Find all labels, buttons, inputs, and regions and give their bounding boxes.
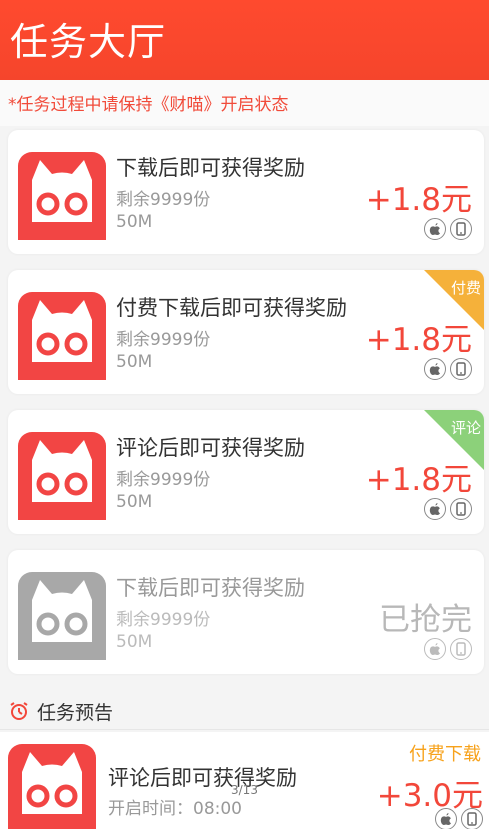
apple-icon [424,218,446,240]
preview-title: 评论后即可获得奖励 [108,766,297,790]
task-title: 付费下载后即可获得奖励 [116,296,347,320]
cat-app-icon [18,152,106,240]
platform-icons [424,638,472,660]
page-indicator: 3/13 [231,783,258,797]
phone-icon [450,638,472,660]
cat-app-icon [8,744,96,829]
preview-tag: 付费下载 [409,744,481,765]
task-card[interactable]: 评论 评论后即可获得奖励 剩余9999份 50M +1.8元 [8,410,484,534]
task-remaining: 剩余9999份 [116,190,211,210]
platform-icons [424,358,472,380]
phone-icon [450,218,472,240]
task-title: 下载后即可获得奖励 [116,156,305,180]
preview-task-item[interactable]: 评论后即可获得奖励 开启时间：08:00 付费下载 +3.0元 [0,732,489,829]
task-remaining: 剩余9999份 [116,330,211,350]
alarm-clock-icon [9,701,29,725]
platform-icons [424,218,472,240]
task-remaining: 剩余9999份 [116,470,211,490]
notice-text: *任务过程中请保持《财喵》开启状态 [0,80,489,126]
task-reward: +1.8元 [365,182,472,218]
task-reward: +1.8元 [365,322,472,358]
cat-app-icon [18,572,106,660]
task-title: 评论后即可获得奖励 [116,436,305,460]
phone-icon [450,498,472,520]
section-title: 任务预告 [37,702,114,724]
corner-label: 付费 [450,279,481,297]
cat-app-icon [18,292,106,380]
task-size: 50M [116,352,153,372]
task-title: 下载后即可获得奖励 [116,576,305,600]
task-size: 50M [116,212,153,232]
preview-start-time: 开启时间：08:00 [108,799,242,819]
cat-app-icon [18,432,106,520]
task-card[interactable]: 下载后即可获得奖励 剩余9999份 50M +1.8元 [8,130,484,254]
task-card-sold-out[interactable]: 下载后即可获得奖励 剩余9999份 50M 已抢完 [8,550,484,674]
page-title: 任务大厅 [10,20,167,64]
platform-icons [424,498,472,520]
task-remaining: 剩余9999份 [116,610,211,630]
task-card[interactable]: 付费 付费下载后即可获得奖励 剩余9999份 50M +1.8元 [8,270,484,394]
apple-icon [424,638,446,660]
sold-out-label: 已抢完 [379,602,472,638]
apple-icon [424,358,446,380]
phone-icon [450,358,472,380]
platform-icons [435,808,483,829]
page-header: 任务大厅 [0,0,489,80]
task-reward: +1.8元 [365,462,472,498]
task-size: 50M [116,632,153,652]
corner-label: 评论 [450,419,481,437]
task-preview-header: 任务预告 [0,690,489,730]
task-size: 50M [116,492,153,512]
phone-icon [461,808,483,829]
apple-icon [424,498,446,520]
apple-icon [435,808,457,829]
